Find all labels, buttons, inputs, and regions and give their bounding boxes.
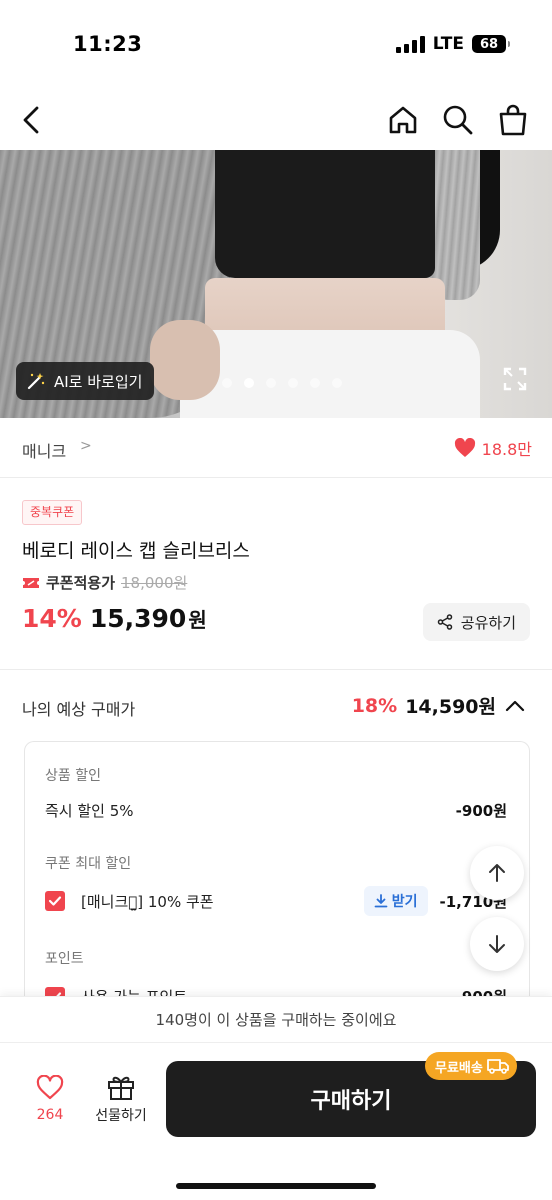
heart-outline-icon: [36, 1074, 64, 1100]
coupon-icon: [23, 577, 39, 588]
gift-label: 선물하기: [95, 1108, 147, 1124]
expected-discount: 18%: [351, 694, 398, 717]
share-button[interactable]: 공유하기: [422, 603, 530, 641]
product-info: 중복쿠폰 베로디 레이스 캡 슬리브리스 쿠폰적용가 18,000원 14% 1…: [0, 478, 552, 670]
carousel-dot: [288, 378, 298, 388]
discount-rate: 14%: [22, 604, 82, 633]
coupon-download-label: 받기: [391, 894, 418, 910]
coupon-badge: 중복쿠폰: [22, 500, 83, 525]
product-image-carousel[interactable]: AI로 바로입기: [0, 150, 552, 418]
expected-price: 14,590원: [405, 696, 496, 718]
photo-top: [215, 150, 435, 278]
coupon-row: [매니크ꪔ̤̫] 10% 쿠폰 받기 -1,710원: [45, 886, 507, 916]
download-icon: [374, 894, 388, 908]
back-icon[interactable]: [14, 102, 50, 138]
coupon-discount-title: 쿠폰 최대 할인: [45, 856, 132, 872]
status-indicators: LTE 68: [395, 34, 510, 54]
shopping-bag-icon[interactable]: [495, 102, 531, 138]
buy-label: 구매하기: [310, 1089, 392, 1114]
carousel-dot: [332, 378, 342, 388]
expected-price-value: 18% 14,590원: [352, 692, 526, 719]
currency: 원: [188, 608, 207, 632]
brand-name[interactable]: 매니크: [22, 438, 66, 462]
like-count-bottom: 264: [36, 1107, 64, 1123]
scroll-down-button[interactable]: [470, 917, 524, 971]
carousel-dot: [266, 378, 276, 388]
heart-icon: [454, 438, 475, 457]
check-icon: [48, 896, 62, 906]
carousel-dot-active: [244, 378, 254, 388]
brand-like[interactable]: 18.8만: [454, 436, 532, 460]
ai-try-on-button[interactable]: AI로 바로입기: [16, 362, 155, 400]
photo-pants: [180, 330, 480, 418]
original-price: 18,000원: [121, 574, 188, 592]
price-breakdown: 상품 할인 즉시 할인 5% -900원 쿠폰 최대 할인 [매니크ꪔ̤̫] 1…: [24, 741, 530, 1003]
coupon-price-label: 쿠폰적용가: [46, 574, 116, 592]
arrow-up-icon: [489, 864, 505, 882]
arrow-down-icon: [489, 935, 505, 953]
instant-discount-row: 즉시 할인 5% -900원: [45, 800, 507, 821]
chevron-right-icon[interactable]: >: [80, 438, 92, 454]
expected-price-label: 나의 예상 구매가: [22, 700, 136, 719]
battery-level: 68: [479, 36, 499, 52]
ai-try-on-label: AI로 바로입기: [54, 372, 143, 391]
expected-price-row[interactable]: 나의 예상 구매가 18% 14,590원: [0, 670, 552, 740]
purchasing-now-banner: 140명이 이 상품을 구매하는 중이에요: [0, 996, 552, 1042]
sale-price: 15,390: [89, 604, 187, 633]
point-title: 포인트: [45, 951, 84, 967]
scroll-up-button[interactable]: [470, 846, 524, 900]
top-nav: [0, 90, 552, 150]
gift-button[interactable]: 선물하기: [88, 1073, 154, 1125]
carousel-dot: [310, 378, 320, 388]
instant-discount-value: -900원: [455, 802, 507, 820]
search-icon[interactable]: [440, 102, 476, 138]
bottom-action-bar: 264 선물하기 구매하기 무료배송: [0, 1042, 552, 1200]
coupon-price-row: 쿠폰적용가 18,000원: [22, 572, 187, 593]
chevron-up-icon[interactable]: [504, 699, 526, 713]
coupon-label: [매니크ꪔ̤̫] 10% 쿠폰: [81, 892, 214, 911]
instant-discount-label: 즉시 할인 5%: [45, 802, 134, 820]
magic-wand-icon: [27, 373, 45, 390]
share-label: 공유하기: [460, 613, 516, 632]
brand-row: 매니크 > 18.8만: [0, 418, 552, 478]
free-shipping-label: 무료배송: [435, 1060, 483, 1076]
share-icon: [437, 614, 453, 630]
home-indicator: [176, 1183, 376, 1189]
expand-icon[interactable]: [502, 366, 528, 392]
signal-icon: [395, 35, 425, 53]
truck-icon: [486, 1059, 509, 1074]
home-icon[interactable]: [385, 102, 421, 138]
coupon-download-button[interactable]: 받기: [363, 886, 428, 916]
coupon-checkbox[interactable]: [45, 891, 65, 911]
gift-icon: [108, 1076, 134, 1100]
carousel-dot: [222, 378, 232, 388]
product-title: 베로디 레이스 캡 슬리브리스: [22, 540, 250, 562]
price-row: 14% 15,390 원: [22, 604, 207, 633]
product-discount-title: 상품 할인: [45, 768, 101, 784]
battery-icon: 68: [472, 35, 510, 53]
status-bar: 11:23 LTE 68: [0, 0, 552, 90]
network-label: LTE: [432, 34, 464, 54]
photo-hand: [150, 320, 220, 400]
carousel-indicator: [222, 378, 342, 388]
like-count: 18.8만: [481, 440, 532, 459]
free-shipping-badge: 무료배송: [425, 1052, 517, 1080]
status-time: 11:23: [73, 32, 143, 56]
like-button[interactable]: 264: [20, 1074, 80, 1123]
